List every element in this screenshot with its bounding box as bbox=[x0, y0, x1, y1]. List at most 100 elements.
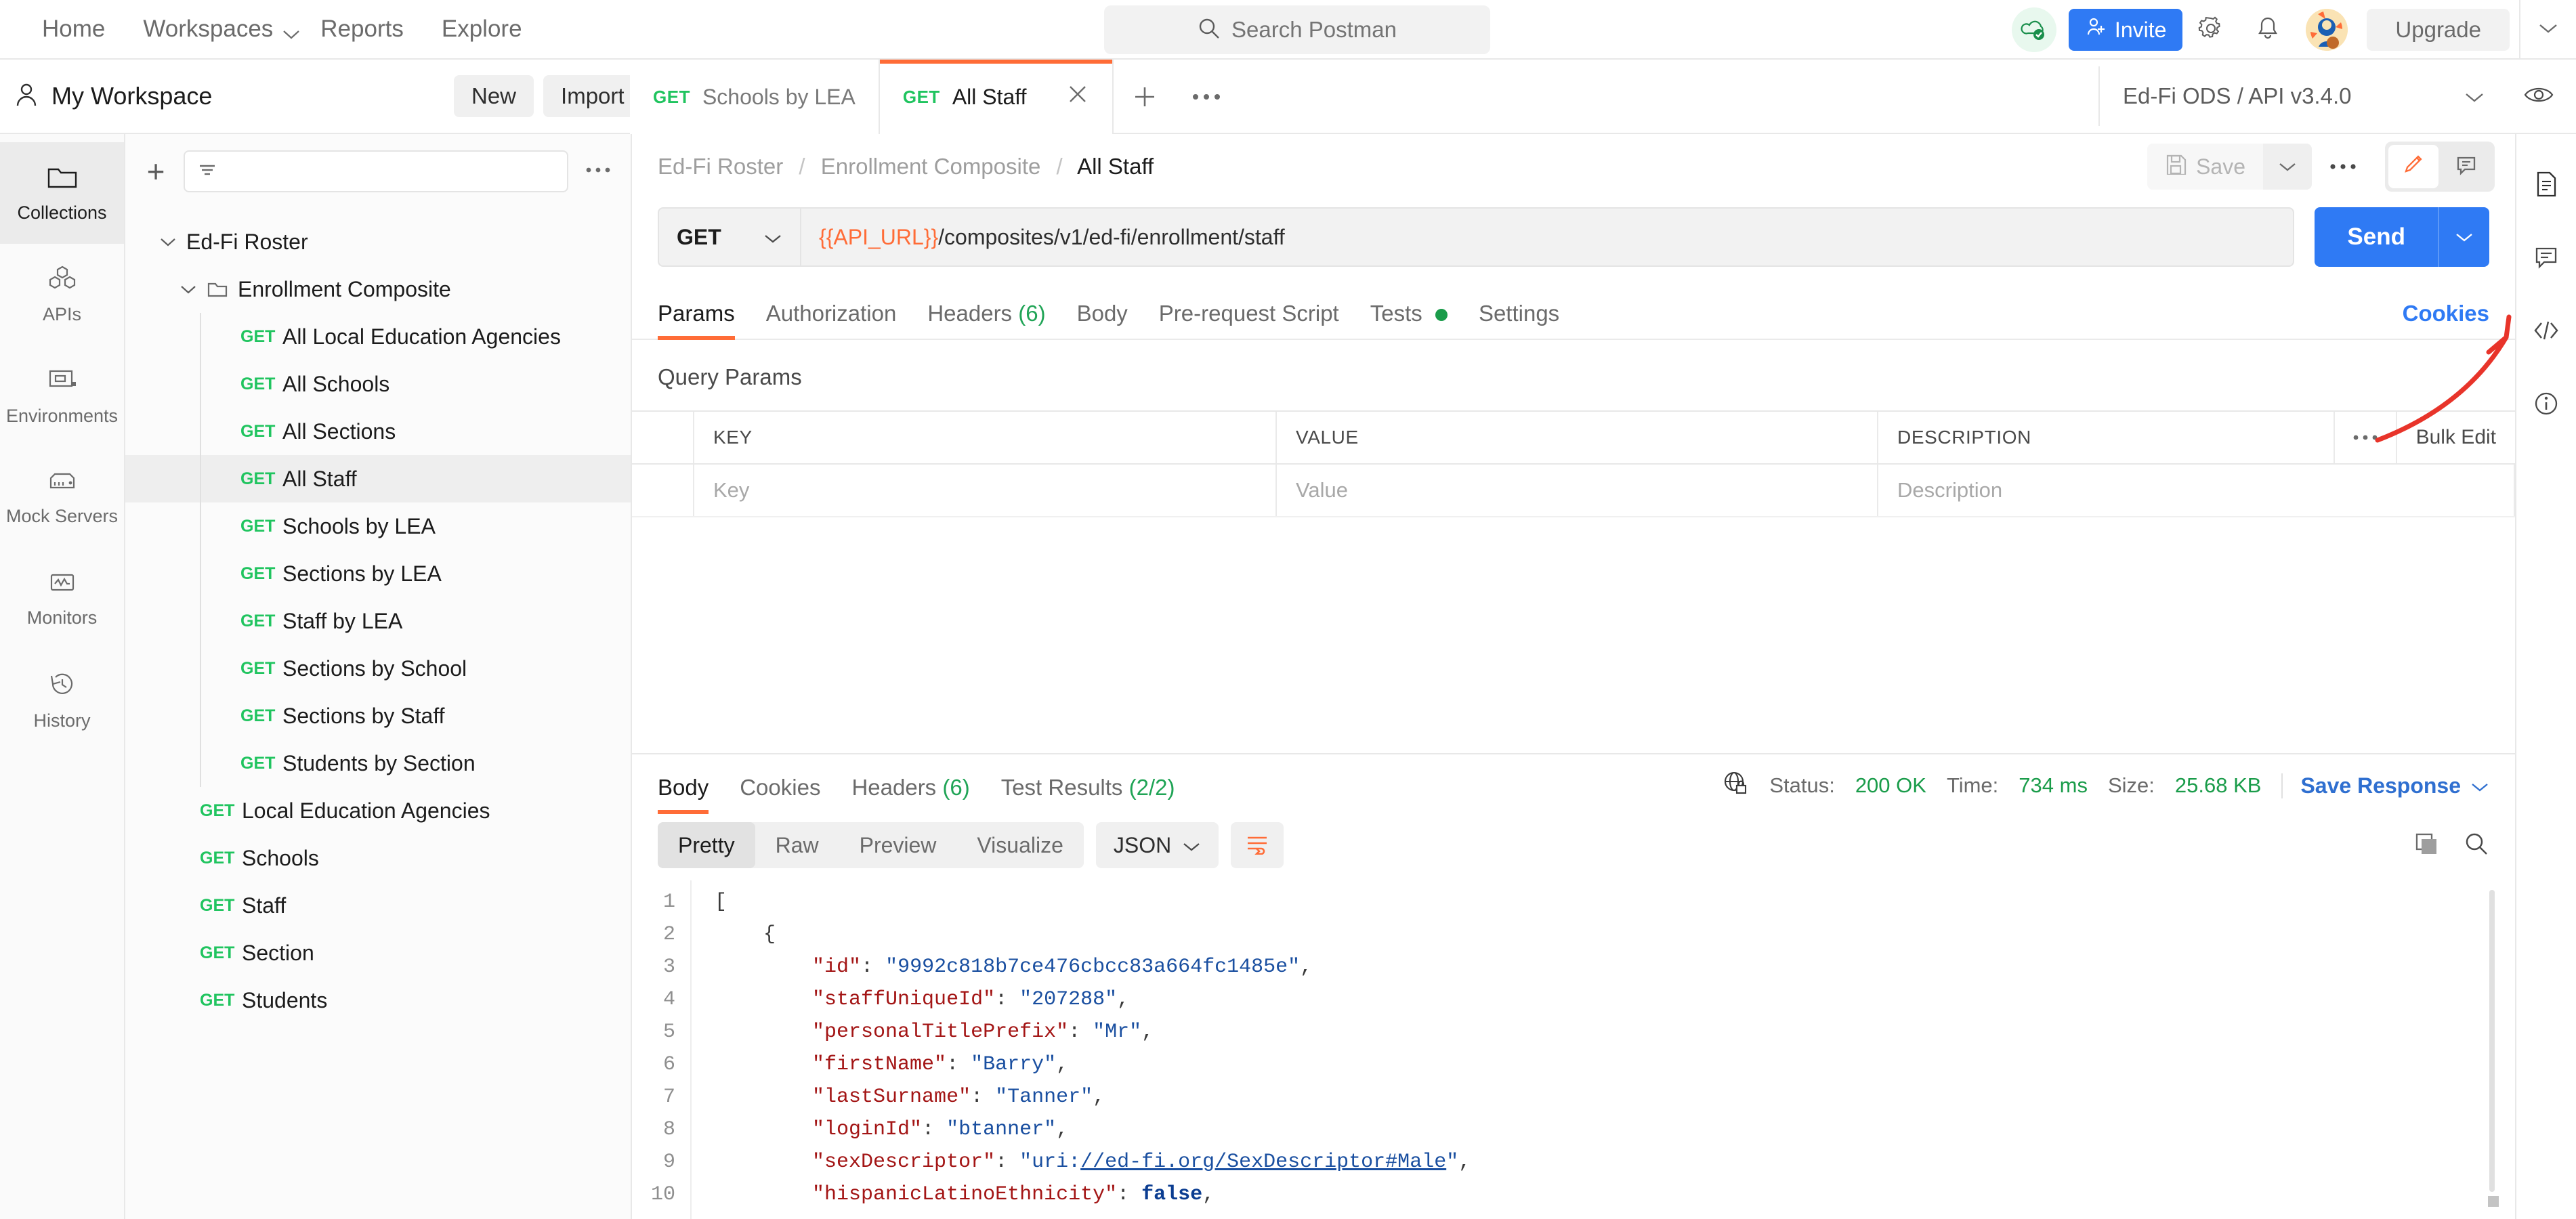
search-icon[interactable] bbox=[2464, 831, 2489, 860]
bulk-edit-button[interactable]: Bulk Edit bbox=[2397, 412, 2515, 463]
rail-item-mock-servers[interactable]: Mock Servers bbox=[0, 447, 124, 549]
comments-button[interactable] bbox=[2441, 145, 2491, 188]
tree-request-staff-by-lea[interactable]: GET Staff by LEA bbox=[125, 597, 631, 645]
method-label: GET bbox=[240, 516, 276, 536]
response-tab-cookies[interactable]: Cookies bbox=[740, 775, 820, 813]
row-checkbox-cell[interactable] bbox=[632, 465, 694, 516]
tab-options-button[interactable] bbox=[1176, 60, 1237, 134]
settings-button[interactable] bbox=[2182, 0, 2239, 60]
cookies-link[interactable]: Cookies bbox=[2403, 301, 2489, 339]
nav-workspaces[interactable]: Workspaces bbox=[124, 16, 301, 43]
nav-reports[interactable]: Reports bbox=[301, 16, 423, 43]
tree-request-all-local-education-agencies[interactable]: GET All Local Education Agencies bbox=[125, 313, 631, 360]
send-button[interactable]: Send bbox=[2315, 207, 2438, 267]
response-body-viewer[interactable]: 1 2 3 4 5 6 7 8 9 10 [ { "id": "9992c818… bbox=[632, 880, 2515, 1219]
code-snippet-button[interactable] bbox=[2516, 295, 2576, 368]
http-method-selector[interactable]: GET bbox=[658, 207, 800, 267]
upgrade-label: Upgrade bbox=[2395, 17, 2481, 42]
view-mode-preview[interactable]: Preview bbox=[839, 822, 957, 868]
add-collection-button[interactable]: + bbox=[140, 156, 171, 187]
documentation-button[interactable] bbox=[2516, 149, 2576, 222]
import-button[interactable]: Import bbox=[543, 75, 642, 117]
response-format-selector[interactable]: JSON bbox=[1095, 822, 1219, 868]
scroll-resize-handle[interactable] bbox=[2488, 1196, 2499, 1207]
param-value-input[interactable]: Value bbox=[1277, 465, 1878, 516]
tree-request-sections-by-staff[interactable]: GET Sections by Staff bbox=[125, 692, 631, 740]
response-scrollbar[interactable] bbox=[2489, 890, 2495, 1192]
wrap-lines-button[interactable] bbox=[1231, 822, 1284, 868]
environment-quick-look-button[interactable] bbox=[2508, 59, 2569, 133]
tree-collection-ed-fi-roster[interactable]: Ed-Fi Roster bbox=[125, 218, 631, 265]
save-button[interactable]: Save bbox=[2147, 144, 2263, 190]
invite-button[interactable]: Invite bbox=[2068, 9, 2183, 51]
response-tab-body[interactable]: Body bbox=[658, 775, 709, 814]
table-options-button[interactable] bbox=[2335, 412, 2397, 463]
avatar[interactable] bbox=[2306, 9, 2348, 51]
tree-request-staff[interactable]: GET Staff bbox=[125, 882, 631, 929]
save-response-button[interactable]: Save Response bbox=[2281, 773, 2489, 798]
param-description-input[interactable]: Description bbox=[1878, 465, 2515, 516]
tab-params[interactable]: Params bbox=[658, 301, 735, 340]
chevron-down-icon[interactable] bbox=[170, 284, 207, 295]
info-button[interactable] bbox=[2516, 368, 2576, 442]
tree-request-local-education-agencies[interactable]: GET Local Education Agencies bbox=[125, 787, 631, 834]
tab-schools-by-lea[interactable]: GET Schools by LEA bbox=[630, 60, 880, 134]
tab-headers[interactable]: Headers (6) bbox=[927, 301, 1045, 339]
tree-request-schools[interactable]: GET Schools bbox=[125, 834, 631, 882]
tree-request-all-sections[interactable]: GET All Sections bbox=[125, 408, 631, 455]
rail-item-environments[interactable]: Environments bbox=[0, 345, 124, 447]
tree-request-students-by-section[interactable]: GET Students by Section bbox=[125, 740, 631, 787]
environment-selector[interactable]: Ed-Fi ODS / API v3.4.0 bbox=[2098, 66, 2505, 126]
chevron-down-icon[interactable] bbox=[150, 236, 186, 247]
save-options-button[interactable] bbox=[2263, 144, 2312, 190]
view-mode-pretty[interactable]: Pretty bbox=[658, 822, 755, 868]
notifications-button[interactable] bbox=[2239, 0, 2296, 60]
tree-request-schools-by-lea[interactable]: GET Schools by LEA bbox=[125, 502, 631, 550]
search-input[interactable]: Search Postman bbox=[1104, 5, 1490, 54]
tab-pre-request-script[interactable]: Pre-request Script bbox=[1159, 301, 1339, 339]
edit-mode-button[interactable] bbox=[2388, 145, 2438, 188]
tab-authorization[interactable]: Authorization bbox=[766, 301, 897, 339]
breadcrumb-collection[interactable]: Ed-Fi Roster bbox=[658, 154, 783, 179]
tree-request-students[interactable]: GET Students bbox=[125, 977, 631, 1024]
rail-item-apis[interactable]: APIs bbox=[0, 244, 124, 345]
rail-item-history[interactable]: History bbox=[0, 650, 124, 752]
tree-request-all-staff[interactable]: GET All Staff bbox=[125, 455, 631, 502]
sidebar-options-button[interactable] bbox=[580, 165, 616, 177]
tree-request-sections-by-lea[interactable]: GET Sections by LEA bbox=[125, 550, 631, 597]
view-mode-raw[interactable]: Raw bbox=[755, 822, 839, 868]
response-tab-headers[interactable]: Headers (6) bbox=[851, 775, 969, 813]
breadcrumb-folder[interactable]: Enrollment Composite bbox=[821, 154, 1041, 179]
request-more-options-button[interactable] bbox=[2312, 144, 2374, 190]
tab-body[interactable]: Body bbox=[1077, 301, 1128, 339]
tree-request-sections-by-school[interactable]: GET Sections by School bbox=[125, 645, 631, 692]
view-mode-visualize[interactable]: Visualize bbox=[956, 822, 1083, 868]
new-button[interactable]: New bbox=[454, 75, 534, 117]
nav-explore[interactable]: Explore bbox=[423, 16, 541, 43]
nav-home[interactable]: Home bbox=[27, 16, 124, 43]
new-tab-button[interactable] bbox=[1114, 60, 1176, 134]
param-key-input[interactable]: Key bbox=[694, 465, 1277, 516]
tab-all-staff[interactable]: GET All Staff bbox=[879, 60, 1114, 134]
json-line: "personalTitlePrefix": "Mr", bbox=[715, 1016, 2515, 1048]
tab-tests[interactable]: Tests bbox=[1370, 301, 1448, 339]
upgrade-button[interactable]: Upgrade bbox=[2367, 9, 2510, 51]
url-input[interactable]: {{API_URL}}/composites/v1/ed-fi/enrollme… bbox=[800, 207, 2295, 267]
close-icon[interactable] bbox=[1066, 83, 1089, 112]
tree-request-section[interactable]: GET Section bbox=[125, 929, 631, 977]
json-token[interactable]: //ed-fi.org/SexDescriptor#Male bbox=[1080, 1151, 1446, 1174]
send-options-button[interactable] bbox=[2438, 207, 2489, 267]
tab-settings[interactable]: Settings bbox=[1479, 301, 1559, 339]
rail-item-collections[interactable]: Collections bbox=[0, 142, 124, 244]
sidebar-filter-input[interactable] bbox=[184, 150, 568, 192]
tab-count: (6) bbox=[942, 775, 970, 800]
breadcrumb-separator: / bbox=[1056, 154, 1063, 179]
tree-request-all-schools[interactable]: GET All Schools bbox=[125, 360, 631, 408]
account-menu-button[interactable] bbox=[2519, 0, 2576, 60]
comments-panel-button[interactable] bbox=[2516, 222, 2576, 295]
copy-icon[interactable] bbox=[2413, 831, 2439, 860]
tree-folder-enrollment-composite[interactable]: Enrollment Composite bbox=[125, 265, 631, 313]
cloud-sync-icon[interactable] bbox=[2011, 7, 2056, 52]
rail-item-monitors[interactable]: Monitors bbox=[0, 549, 124, 650]
response-tab-test-results[interactable]: Test Results (2/2) bbox=[1001, 775, 1175, 813]
